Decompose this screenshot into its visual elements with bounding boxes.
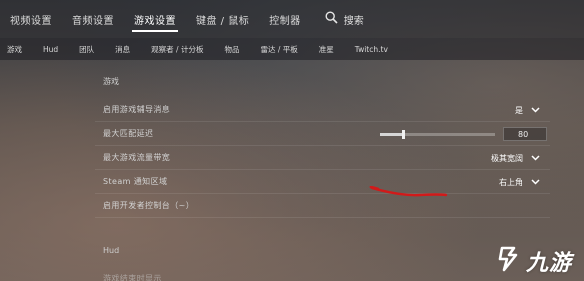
chevron-down-icon: [531, 178, 540, 187]
setting-row-hud-end-of-match[interactable]: 游戏结束时显示: [95, 266, 550, 281]
setting-dropdown[interactable]: 极其宽阔: [491, 146, 540, 170]
watermark-emblem-icon: [496, 245, 522, 277]
slider-fill: [380, 133, 403, 136]
setting-value: 是: [515, 105, 523, 115]
subtab-game[interactable]: 游戏: [0, 44, 22, 55]
setting-row-max-bandwidth[interactable]: 最大游戏流量带宽 极其宽阔: [95, 146, 550, 170]
top-nav-bar: 视频设置 音频设置 游戏设置 键盘 / 鼠标 控制器 搜索: [0, 0, 584, 38]
search-label: 搜索: [343, 15, 364, 27]
latency-value: 80: [518, 129, 529, 139]
setting-label: 启用游戏辅导消息: [103, 105, 171, 114]
chevron-down-icon: [531, 154, 540, 163]
watermark-text: 九游: [526, 251, 573, 276]
chevron-down-icon: [531, 106, 540, 115]
tab-audio-settings[interactable]: 音频设置: [62, 0, 124, 38]
subtab-items[interactable]: 物品: [217, 44, 239, 55]
latency-slider[interactable]: [380, 130, 495, 139]
setting-value: 极其宽阔: [491, 153, 523, 163]
setting-label: 最大游戏流量带宽: [103, 153, 171, 162]
slider-thumb[interactable]: [402, 130, 405, 139]
section-title-hud: Hud: [103, 246, 120, 255]
setting-label: Steam 通知区域: [103, 177, 168, 186]
subtab-twitch[interactable]: Twitch.tv: [348, 45, 388, 54]
tab-controller[interactable]: 控制器: [259, 0, 311, 38]
setting-dropdown[interactable]: 右上角: [499, 170, 540, 194]
subtab-hud[interactable]: Hud: [36, 45, 58, 54]
setting-row-dev-console[interactable]: 启用开发者控制台（~）: [95, 194, 550, 218]
sub-nav-bar: 游戏 Hud 团队 消息 观察者 / 计分板 物品 雷达 / 平板 准星 Twi…: [0, 38, 584, 60]
subtab-crosshair[interactable]: 准星: [312, 44, 334, 55]
tab-keyboard-mouse[interactable]: 键盘 / 鼠标: [186, 0, 259, 38]
setting-row-tutor-messages[interactable]: 启用游戏辅导消息 是: [95, 98, 550, 122]
watermark-logo: 九游: [496, 243, 584, 279]
tab-game-settings[interactable]: 游戏设置: [124, 0, 186, 38]
setting-dropdown[interactable]: 是: [515, 98, 540, 122]
setting-row-steam-notification[interactable]: Steam 通知区域 右上角: [95, 170, 550, 194]
setting-label: 最大匹配延迟: [103, 129, 154, 138]
subtab-radar-tablet[interactable]: 雷达 / 平板: [253, 44, 297, 55]
search-button[interactable]: 搜索: [325, 11, 364, 27]
setting-row-max-match-latency: 最大匹配延迟 80: [95, 122, 550, 146]
subtab-messages[interactable]: 消息: [108, 44, 130, 55]
setting-value: 右上角: [499, 177, 523, 187]
subtab-spectator-scoreboard[interactable]: 观察者 / 计分板: [144, 44, 203, 55]
search-icon: [325, 11, 338, 27]
setting-label: 启用开发者控制台（~）: [103, 201, 195, 210]
subtab-team[interactable]: 团队: [72, 44, 94, 55]
red-underline-annotation: [369, 186, 448, 197]
tab-video-settings[interactable]: 视频设置: [0, 0, 62, 38]
setting-label: 游戏结束时显示: [103, 273, 162, 281]
section-title-game: 游戏: [103, 77, 119, 86]
latency-value-input[interactable]: 80: [503, 127, 547, 141]
